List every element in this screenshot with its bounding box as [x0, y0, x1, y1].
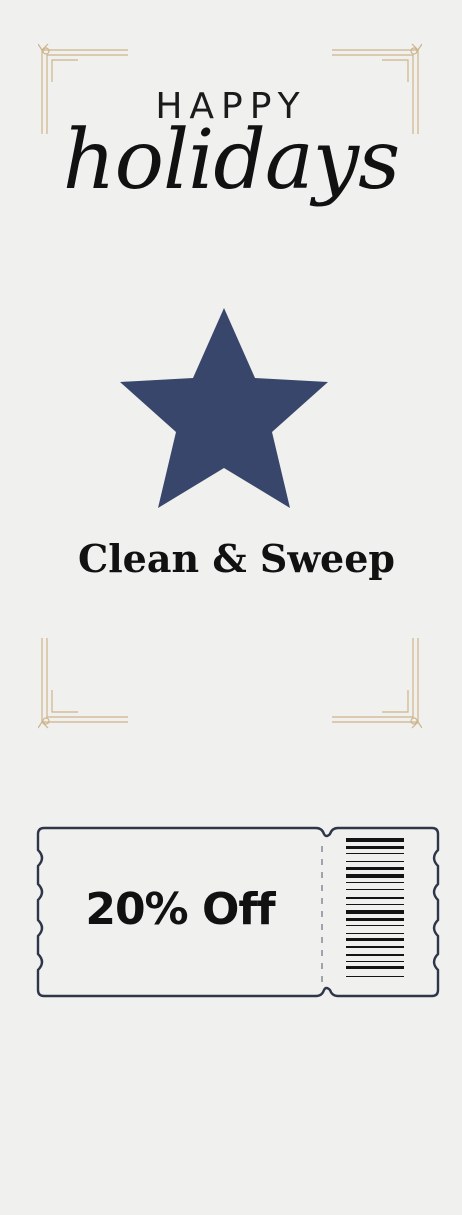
barcode-bar	[346, 896, 404, 900]
barcode-bar	[346, 852, 404, 854]
barcode-bar	[346, 966, 404, 969]
barcode-bar	[346, 924, 404, 927]
barcode-bar	[346, 954, 404, 956]
barcode-bar	[346, 938, 404, 941]
business-name: Clean & Sweep	[78, 536, 395, 581]
barcode-bar	[346, 918, 404, 921]
barcode-bar	[346, 975, 404, 977]
corner-ornament-bottom-left	[38, 636, 130, 730]
barcode-bar	[346, 882, 404, 884]
greeting-script: holidays	[62, 113, 400, 208]
barcode-bar	[346, 860, 404, 862]
corner-ornament-icon	[38, 638, 128, 729]
barcode-bar	[346, 932, 404, 935]
barcode-bar	[346, 903, 404, 905]
barcode-bar	[346, 867, 404, 870]
barcode-bar	[346, 910, 404, 915]
barcode-bar	[346, 846, 404, 849]
corner-ornament-bottom-right	[330, 636, 422, 730]
barcode-bar	[346, 946, 404, 948]
barcode-icon	[346, 838, 404, 986]
barcode-bar	[346, 961, 404, 963]
star-icon	[120, 308, 328, 508]
corner-ornament-icon	[332, 638, 422, 729]
barcode-bar	[346, 874, 404, 878]
star-graphic	[118, 306, 330, 510]
barcode-bar	[346, 888, 404, 891]
discount-text: 20% Off	[85, 884, 275, 935]
barcode-bar	[346, 838, 404, 842]
